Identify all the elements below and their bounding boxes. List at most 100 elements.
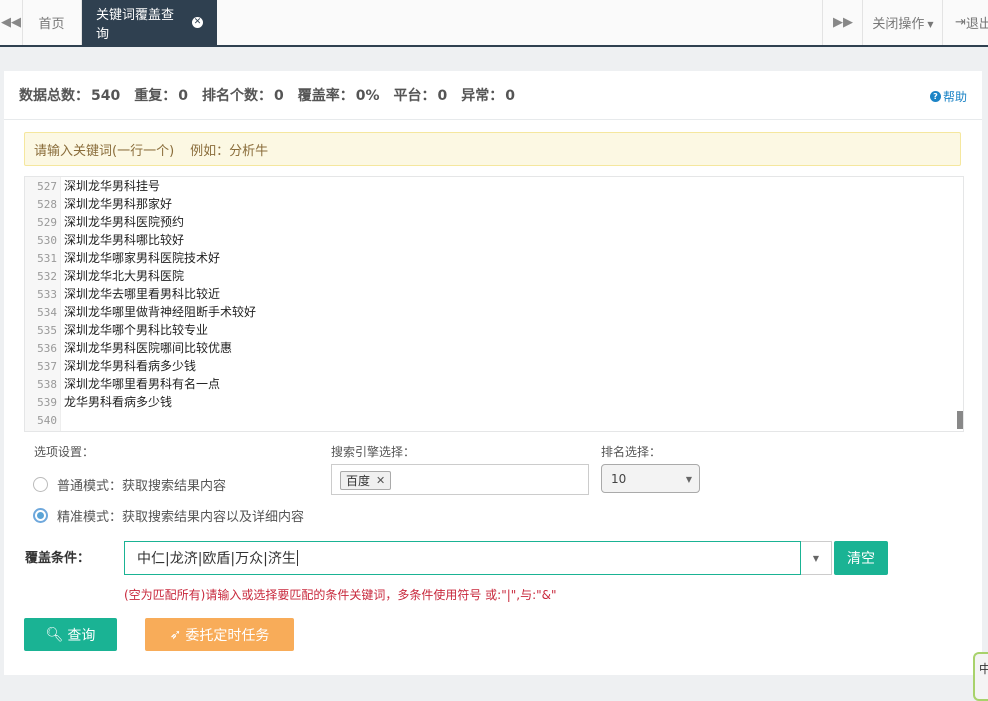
tab-home[interactable]: 首页	[22, 0, 82, 45]
tab-bar: ◀◀ 首页 关键词覆盖查询 ✕ ▶▶ 关闭操作 ▼ ⇥ 退出	[0, 0, 988, 47]
editor-line[interactable]: 536 深圳龙华男科医院哪间比较优惠	[25, 339, 945, 357]
question-circle-icon: ?	[929, 91, 941, 102]
line-text: 龙华男科看病多少钱	[64, 395, 173, 409]
editor-line[interactable]: 532 深圳龙华北大男科医院	[25, 267, 945, 285]
line-number: 528	[37, 198, 57, 211]
engine-multiselect[interactable]: 百度 ✕	[331, 464, 589, 495]
stat-coverage: 覆盖率： 0%	[297, 88, 380, 104]
radio-normal[interactable]	[33, 477, 48, 492]
caret-down-icon: ▼	[927, 20, 934, 29]
close-ops-label: 关闭操作	[872, 17, 925, 32]
line-number: 530	[37, 234, 57, 247]
line-number: 536	[37, 342, 57, 355]
tab-active-label: 关键词覆盖查询	[96, 7, 175, 42]
stat-total: 数据总数： 540	[19, 88, 121, 104]
stat-rank-count: 排名个数： 0	[201, 88, 284, 104]
cover-condition-label: 覆盖条件：	[25, 551, 91, 566]
line-text: 深圳龙华去哪里看男科比较近	[64, 287, 221, 301]
radio-precise-mode[interactable]: 精准模式：获取搜索结果内容以及详细内容	[33, 506, 304, 525]
editor-line[interactable]: 530 深圳龙华男科哪比较好	[25, 231, 945, 249]
text-cursor	[296, 550, 298, 566]
line-number: 537	[37, 360, 57, 373]
line-number: 534	[37, 306, 57, 319]
engine-tag-baidu: 百度 ✕	[340, 471, 392, 490]
line-text: 深圳龙华男科医院预约	[64, 215, 185, 229]
options-title: 选项设置：	[34, 445, 95, 459]
editor-scrollbar[interactable]	[957, 411, 963, 429]
cover-condition-input[interactable]: 中仁|龙济|欧盾|万众|济生	[124, 541, 801, 575]
line-number: 538	[37, 378, 57, 391]
clear-button[interactable]: 清空	[834, 541, 888, 575]
ranking-title: 排名选择：	[601, 445, 662, 459]
side-float-widget[interactable]: 中	[973, 652, 988, 701]
delegate-label: 委托定时任务	[185, 627, 270, 644]
keyword-editor[interactable]: 527 深圳龙华男科挂号 528 深圳龙华男科那家好 529 深圳龙华男科医院预约 530 深…	[24, 176, 964, 432]
cover-condition-help: (空为匹配所有)请输入或选择要匹配的条件关键词，多条件使用符号 或:"|",与:…	[124, 588, 557, 602]
tab-keyword-coverage[interactable]: 关键词覆盖查询 ✕	[82, 0, 217, 45]
help-label: 帮助	[942, 90, 967, 104]
line-text: 深圳龙华男科那家好	[64, 197, 173, 211]
editor-line[interactable]: 538 深圳龙华哪里看男科有名一点	[25, 375, 945, 393]
stat-duplicate: 重复： 0	[134, 88, 188, 104]
line-number: 531	[37, 252, 57, 265]
editor-line[interactable]: 540	[25, 411, 945, 429]
editor-line[interactable]: 527 深圳龙华男科挂号	[25, 177, 945, 195]
line-number: 532	[37, 270, 57, 283]
radio-precise-label: 精准模式：获取搜索结果内容以及详细内容	[57, 510, 305, 525]
close-tab-icon[interactable]: ✕	[192, 17, 203, 28]
editor-line[interactable]: 529 深圳龙华男科医院预约	[25, 213, 945, 231]
stat-platform: 平台： 0	[393, 88, 448, 104]
radio-normal-mode[interactable]: 普通模式：获取搜索结果内容	[33, 475, 226, 494]
line-text: 深圳龙华哪里看男科有名一点	[64, 377, 221, 391]
line-number: 535	[37, 324, 57, 337]
cover-condition-value: 中仁|龙济|欧盾|万众|济生	[137, 551, 296, 567]
line-number: 527	[37, 180, 57, 193]
remove-tag-icon[interactable]: ✕	[376, 474, 385, 487]
editor-line[interactable]: 528 深圳龙华男科那家好	[25, 195, 945, 213]
line-text: 深圳龙华哪里做背神经阻断手术较好	[64, 305, 257, 319]
line-number: 533	[37, 288, 57, 301]
line-number: 529	[37, 216, 57, 229]
editor-line[interactable]: 537 深圳龙华男科看病多少钱	[25, 357, 945, 375]
line-text: 深圳龙华男科看病多少钱	[64, 359, 197, 373]
side-float-label: 中	[979, 662, 988, 676]
tabs-scroll-right-button[interactable]: ▶▶	[822, 0, 863, 45]
hint-example: 例如：分析牛	[190, 143, 269, 159]
ranking-select[interactable]: 10 ▼	[601, 464, 700, 493]
ranking-value: 10	[611, 471, 627, 486]
engine-tag-label: 百度	[346, 474, 371, 488]
line-text: 深圳龙华北大男科医院	[64, 269, 185, 283]
rocket-icon: ➶	[169, 626, 182, 643]
close-ops-dropdown[interactable]: 关闭操作 ▼	[862, 0, 943, 45]
tabs-scroll-left-button[interactable]: ◀◀	[0, 0, 23, 45]
logout-button[interactable]: ⇥ 退出	[942, 0, 988, 45]
query-button[interactable]: 🔍︎ 查询	[24, 618, 117, 651]
logout-label: 退出	[965, 17, 988, 32]
editor-line[interactable]: 534 深圳龙华哪里做背神经阻断手术较好	[25, 303, 945, 321]
engine-title: 搜索引擎选择：	[331, 445, 416, 459]
delegate-task-button[interactable]: ➶ 委托定时任务	[145, 618, 294, 651]
keyword-hint-alert: 请输入关键词(一行一个) 例如：分析牛	[24, 132, 961, 166]
editor-line[interactable]: 535 深圳龙华哪个男科比较专业	[25, 321, 945, 339]
radio-precise[interactable]	[33, 508, 48, 523]
query-label: 查询	[67, 627, 96, 644]
hint-text: 请输入关键词(一行一个)	[34, 143, 175, 159]
cover-condition-dropdown[interactable]: ▼	[801, 541, 832, 575]
line-text: 深圳龙华哪家男科医院技术好	[64, 251, 221, 265]
double-left-icon: ◀◀	[1, 15, 21, 30]
editor-line[interactable]: 539 龙华男科看病多少钱	[25, 393, 945, 411]
editor-line[interactable]: 531 深圳龙华哪家男科医院技术好	[25, 249, 945, 267]
tab-home-label: 首页	[38, 17, 65, 32]
help-link[interactable]: ? 帮助	[929, 88, 967, 105]
editor-line[interactable]: 533 深圳龙华去哪里看男科比较近	[25, 285, 945, 303]
line-number: 540	[37, 414, 57, 427]
line-text: 深圳龙华男科挂号	[64, 179, 161, 193]
divider	[4, 119, 982, 120]
stat-abnormal: 异常： 0	[461, 88, 516, 104]
main-panel: 数据总数： 540 重复： 0 排名个数： 0 覆盖率： 0% 平台： 0 异常： 0 ? …	[4, 71, 982, 675]
line-text: 深圳龙华哪个男科比较专业	[64, 323, 209, 337]
logout-icon: ⇥	[955, 15, 966, 30]
stats-bar: 数据总数： 540 重复： 0 排名个数： 0 覆盖率： 0% 平台： 0 异常： 0	[19, 85, 515, 105]
caret-down-icon: ▼	[812, 553, 820, 563]
double-right-icon: ▶▶	[833, 15, 853, 30]
